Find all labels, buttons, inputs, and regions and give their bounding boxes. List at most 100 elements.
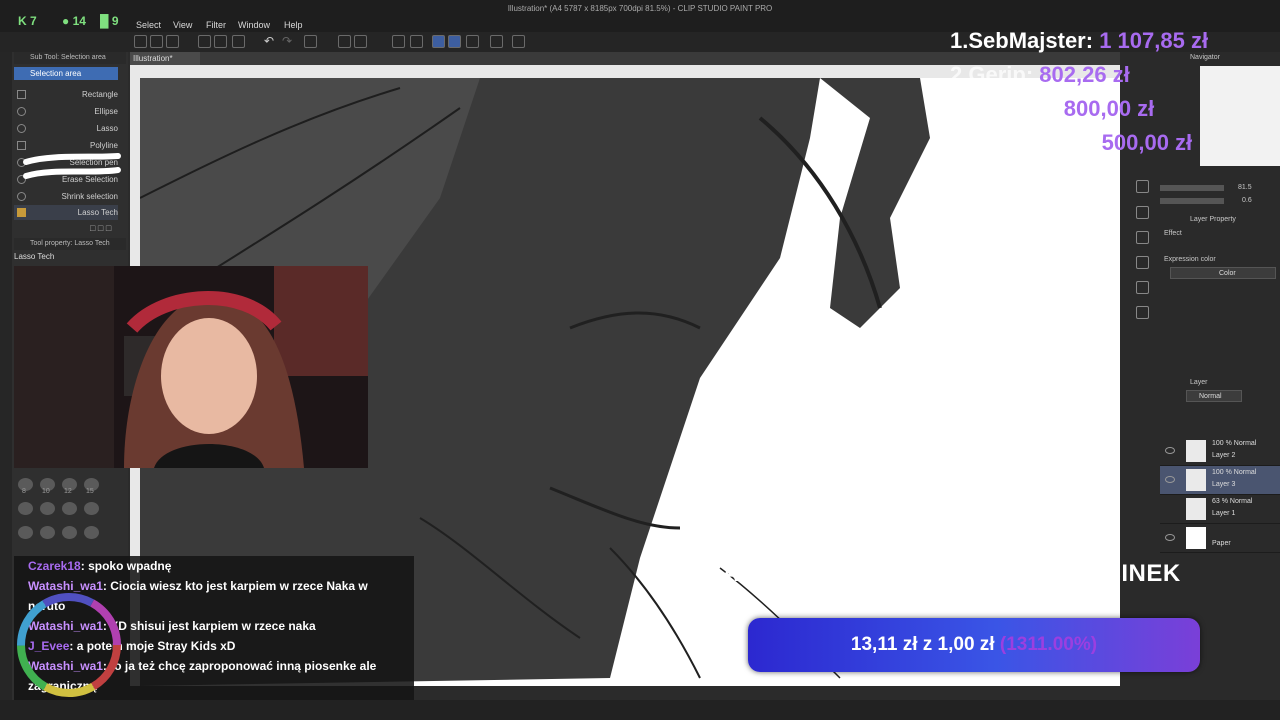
layer-row[interactable]: 63 % Normal Layer 1 [1160, 495, 1280, 524]
leaderboard-entry: 3.meti314: 800,00 zł [950, 96, 1154, 122]
brush-size-dot[interactable] [84, 526, 99, 539]
panel-icon[interactable] [1136, 256, 1149, 269]
eye-icon[interactable] [1165, 447, 1175, 454]
layer-opacity: 100 % Normal [1212, 440, 1257, 447]
chat-text: XD shisui jest karpiem w rzece naka [110, 619, 316, 633]
sub-tool-label: Lasso [96, 124, 118, 133]
canvas-tab[interactable]: Illustration* [130, 52, 200, 65]
eye-icon[interactable] [1165, 476, 1175, 483]
new-canvas-icon[interactable] [134, 35, 147, 48]
leaderboard-amount: 802,26 zł [1039, 62, 1130, 87]
sub-tool-label: Ellipse [94, 107, 118, 116]
tool-strip [0, 52, 12, 720]
panel-icon[interactable] [1136, 180, 1149, 193]
invert-selection-icon[interactable] [410, 35, 423, 48]
brush-size-dot[interactable] [62, 502, 77, 515]
brush-size-dot[interactable] [18, 502, 33, 515]
stream-stat-k: K 7 [18, 14, 37, 28]
eye-icon[interactable] [1165, 534, 1175, 541]
paste-icon[interactable] [214, 35, 227, 48]
rotate-icon[interactable] [512, 35, 525, 48]
brush-size-dot[interactable] [18, 526, 33, 539]
panel-icon[interactable] [1136, 306, 1149, 319]
leaderboard-entry: 2.Gerip: 802,26 zł [950, 62, 1130, 88]
leaderboard-entry: 1.SebMajster: 1 107,85 zł [950, 28, 1208, 54]
clear-icon[interactable] [304, 35, 317, 48]
goal-separator: z [922, 634, 933, 655]
leaderboard-rank: 3. [950, 96, 969, 121]
brush-size-dot[interactable] [40, 526, 55, 539]
sub-tool-header: Sub Tool: Selection area [14, 52, 126, 64]
sub-tool-lasso-tech[interactable]: Lasso Tech [14, 205, 118, 220]
deselect-icon[interactable] [392, 35, 405, 48]
goal-percent: (1311.00%) [999, 634, 1098, 655]
goal-current: 13,11 zł [850, 634, 918, 655]
shrink-selection-icon [17, 192, 26, 201]
color-wheel[interactable] [14, 590, 124, 700]
layer-row-selected[interactable]: 100 % Normal Layer 3 [1160, 466, 1280, 495]
lasso-icon [17, 124, 26, 133]
window-title: Illustration* (A4 5787 x 8185px 700dpi 8… [507, 4, 773, 13]
layer-opacity: 100 % Normal [1212, 469, 1257, 476]
special-ruler-snap-icon[interactable] [448, 35, 461, 48]
copy-icon[interactable] [198, 35, 211, 48]
redo-icon[interactable]: ↷ [282, 35, 295, 48]
sub-tool-lasso[interactable]: Lasso [14, 121, 118, 136]
menu-select[interactable]: Select [136, 20, 161, 30]
leaderboard-amount: 800,00 zł [1063, 96, 1155, 121]
leaderboard-name: meti314: [968, 96, 1058, 121]
navigator-zoom-slider[interactable] [1160, 185, 1224, 191]
layer-panel-title: Layer [1190, 379, 1208, 386]
effect-label: Effect [1164, 230, 1182, 237]
expression-color-select[interactable]: Color [1170, 267, 1276, 279]
sub-tool-ellipse[interactable]: Ellipse [14, 104, 118, 119]
brush-size-dot[interactable] [40, 502, 55, 515]
leaderboard-name: dasztangv1: [968, 130, 1096, 155]
layer-thumbnail [1186, 469, 1206, 491]
webcam-feed [14, 266, 368, 468]
flip-icon[interactable] [490, 35, 503, 48]
layer-row[interactable]: Paper [1160, 524, 1280, 553]
layer-row[interactable]: 100 % Normal Layer 2 [1160, 437, 1280, 466]
menu-help[interactable]: Help [284, 20, 303, 30]
layer-name: Layer 3 [1212, 481, 1236, 488]
sub-tool-rectangle[interactable]: Rectangle [14, 87, 118, 102]
stream-stat-bars: █ 9 [100, 14, 119, 28]
polyline-icon [17, 141, 26, 150]
navigator-preview[interactable] [1200, 66, 1280, 166]
blend-mode-select[interactable]: Normal [1186, 390, 1242, 402]
brush-size-label: 12 [64, 488, 72, 495]
layer-name: Layer 2 [1212, 452, 1236, 459]
navigator-zoom-value: 81.5 [1238, 184, 1252, 191]
save-icon[interactable] [166, 35, 179, 48]
brush-size-dot[interactable] [62, 526, 77, 539]
transform-icon[interactable] [338, 35, 351, 48]
grid-snap-icon[interactable] [466, 35, 479, 48]
brush-size-label: 15 [86, 488, 94, 495]
fill-icon[interactable] [232, 35, 245, 48]
panel-icon[interactable] [1136, 206, 1149, 219]
panel-icon[interactable] [1136, 231, 1149, 244]
goal-target: 1,00 zł [937, 634, 995, 655]
layer-name: Layer 1 [1212, 510, 1236, 517]
leaderboard-rank: 1. [950, 28, 969, 53]
ruler-snap-icon[interactable] [432, 35, 445, 48]
menu-window[interactable]: Window [238, 20, 270, 30]
sub-tool-group-tab[interactable]: Selection area [14, 67, 118, 80]
menu-filter[interactable]: Filter [206, 20, 226, 30]
leaderboard-entry: 4.dasztangv1: 500,00 zł [950, 130, 1192, 156]
navigator-rotate-slider[interactable] [1160, 198, 1224, 204]
leaderboard-amount: 500,00 zł [1101, 130, 1193, 155]
panel-icon[interactable] [1136, 281, 1149, 294]
leaderboard-rank: 4. [950, 130, 969, 155]
navigator-title: Navigator [1190, 54, 1220, 61]
sub-tool-actions[interactable]: □ □ □ [90, 223, 111, 233]
open-icon[interactable] [150, 35, 163, 48]
menu-view[interactable]: View [173, 20, 192, 30]
sub-tool-shrink-selection[interactable]: Shrink selection [14, 189, 118, 204]
chat-text: spoko wpadnę [88, 559, 172, 573]
brush-size-dot[interactable] [84, 502, 99, 515]
sub-tool-label: Polyline [89, 141, 118, 150]
crop-icon[interactable] [354, 35, 367, 48]
undo-icon[interactable]: ↶ [264, 35, 277, 48]
